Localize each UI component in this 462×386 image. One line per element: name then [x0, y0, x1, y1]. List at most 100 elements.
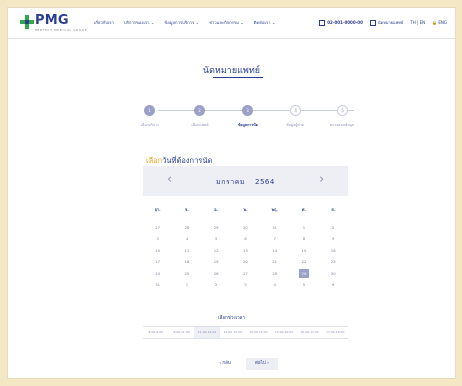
- calendar-day-number: 6: [244, 236, 247, 241]
- weekday-label: อา.: [154, 207, 161, 212]
- calendar-day[interactable]: 19: [202, 256, 231, 268]
- appointment-label: นัดหมายแพทย์: [377, 20, 404, 25]
- calendar-day-number: 1: [185, 282, 189, 287]
- logo-subtitle: PERFECT MEDICAL GROUP: [35, 28, 88, 32]
- calendar-day[interactable]: 5: [289, 279, 318, 291]
- calendar-day-number: 25: [184, 270, 190, 276]
- calendar-day[interactable]: 29: [202, 222, 231, 234]
- language-switch[interactable]: TH | EN: [410, 20, 425, 25]
- calendar-day[interactable]: 18: [172, 256, 201, 268]
- calendar-day-number: 28: [272, 270, 278, 276]
- step-1-circle: 1: [144, 105, 155, 116]
- calendar-day[interactable]: 24: [143, 268, 172, 280]
- time-slot[interactable]: 16:00-17:00: [297, 327, 323, 338]
- time-slot[interactable]: 12:00-13:00: [220, 327, 246, 338]
- time-slot[interactable]: 13:00-15:00: [246, 327, 272, 338]
- next-month-button[interactable]: ›: [319, 172, 324, 187]
- title-underline: [213, 77, 263, 78]
- calendar-day-number: 2: [214, 282, 218, 287]
- calendar-day[interactable]: 1: [289, 222, 318, 234]
- time-slot[interactable]: 8:00-9:00: [143, 327, 169, 338]
- step-2-circle: 2: [194, 105, 205, 116]
- calendar-day[interactable]: 4: [172, 233, 201, 245]
- time-slot[interactable]: 9:00-11:00: [169, 327, 195, 338]
- calendar-month-year: มกราคม 2564: [143, 177, 348, 188]
- calendar-day-number: 23: [330, 259, 336, 264]
- calendar-day[interactable]: 27: [231, 268, 260, 280]
- calendar-day[interactable]: 11: [172, 245, 201, 257]
- calendar-day-number: 31: [272, 224, 278, 230]
- page: PMG PERFECT MEDICAL GROUP เกี่ยวกับเรา บ…: [8, 8, 455, 378]
- calendar-day[interactable]: 21: [260, 256, 289, 268]
- nav-item-services[interactable]: บริการของเรา ⌄: [124, 19, 154, 26]
- phone-link[interactable]: 02-001-0000-00: [319, 19, 363, 26]
- calendar-day[interactable]: 5: [202, 233, 231, 245]
- appointment-link[interactable]: นัดหมายแพทย์: [369, 19, 404, 26]
- calendar-month: มกราคม: [216, 178, 245, 186]
- logo[interactable]: PMG PERFECT MEDICAL GROUP: [20, 13, 87, 33]
- calendar-day[interactable]: 6: [319, 279, 348, 291]
- calendar-day[interactable]: 31: [143, 279, 172, 291]
- calendar-day-number: 22: [301, 259, 307, 264]
- calendar-day-number: 26: [213, 270, 219, 276]
- calendar-day[interactable]: 15: [289, 245, 318, 257]
- calendar-day-number: 10: [155, 247, 161, 253]
- calendar-day[interactable]: 31: [260, 222, 289, 234]
- calendar-day-number: 4: [185, 236, 189, 241]
- select-date-prefix: เลือก: [146, 156, 163, 165]
- calendar-day-number: 8: [302, 236, 306, 241]
- calendar-day[interactable]: 13: [231, 245, 260, 257]
- calendar-day[interactable]: 29: [289, 268, 318, 280]
- calendar-week-row: 10 11 12 13 14 15 16: [143, 245, 348, 257]
- calendar-day[interactable]: 2: [319, 222, 348, 234]
- time-slot[interactable]: 17:00-18:00: [322, 327, 348, 338]
- calendar-day[interactable]: 2: [202, 279, 231, 291]
- calendar-day[interactable]: 3: [143, 233, 172, 245]
- main-nav: เกี่ยวกับเรา บริการของเรา ⌄ ข้อมูลการบริ…: [94, 19, 275, 26]
- calendar-day[interactable]: 8: [289, 233, 318, 245]
- calendar-day[interactable]: 25: [172, 268, 201, 280]
- calendar-day[interactable]: 1: [172, 279, 201, 291]
- calendar-day[interactable]: 16: [319, 245, 348, 257]
- calendar-day[interactable]: 6: [231, 233, 260, 245]
- phone-icon: [319, 19, 326, 26]
- calendar-day[interactable]: 12: [202, 245, 231, 257]
- time-section-title: เลือกช่วงเวลา: [218, 316, 245, 321]
- calendar-day-number: 16: [330, 247, 336, 253]
- logo-mark-icon: [20, 15, 34, 29]
- calendar-day-number: 30: [243, 224, 248, 230]
- calendar-day[interactable]: 4: [260, 279, 289, 291]
- nav-item-about[interactable]: เกี่ยวกับเรา: [94, 19, 114, 26]
- nav-item-service-info[interactable]: ข้อมูลการบริการ ⌄: [164, 19, 199, 26]
- calendar-day-number: 17: [155, 259, 161, 264]
- calendar-day[interactable]: 27: [143, 222, 172, 234]
- calendar-day[interactable]: 28: [172, 222, 201, 234]
- calendar-day[interactable]: 7: [260, 233, 289, 245]
- calendar-day[interactable]: 10: [143, 245, 172, 257]
- calendar-day-number: 21: [272, 259, 278, 264]
- calendar-day[interactable]: 30: [319, 268, 348, 280]
- nav-item-contact[interactable]: ติดต่อเรา ⌄: [254, 19, 276, 26]
- nav-item-news[interactable]: ข่าวและกิจกรรม ⌄: [209, 19, 244, 26]
- header: PMG PERFECT MEDICAL GROUP เกี่ยวกับเรา บ…: [8, 8, 455, 39]
- calendar-day[interactable]: 28: [260, 268, 289, 280]
- calendar-day-number: 30: [330, 270, 336, 276]
- time-slot[interactable]: 15:00-16:00: [271, 327, 297, 338]
- calendar-day[interactable]: 14: [260, 245, 289, 257]
- calendar-day-number: 3: [156, 236, 159, 241]
- calendar-day[interactable]: 26: [202, 268, 231, 280]
- calendar-day[interactable]: 30: [231, 222, 260, 234]
- calendar-day[interactable]: 9: [319, 233, 348, 245]
- time-slot[interactable]: 11:00-12:00: [194, 327, 220, 338]
- page-title: นัดหมายแพทย์: [202, 66, 261, 76]
- next-button[interactable]: ต่อไป ›: [246, 358, 278, 370]
- select-date-rest: วันที่ต้องการนัด: [162, 156, 213, 165]
- calendar-day[interactable]: 23: [319, 256, 348, 268]
- step-2-label: เลือกแพทย์: [191, 123, 209, 127]
- calendar-day[interactable]: 3: [231, 279, 260, 291]
- back-button[interactable]: ‹ กลับ: [210, 358, 240, 370]
- account-link[interactable]: 🔒 ENG: [432, 20, 447, 25]
- calendar-day[interactable]: 22: [289, 256, 318, 268]
- calendar-day[interactable]: 17: [143, 256, 172, 268]
- calendar-day[interactable]: 20: [231, 256, 260, 268]
